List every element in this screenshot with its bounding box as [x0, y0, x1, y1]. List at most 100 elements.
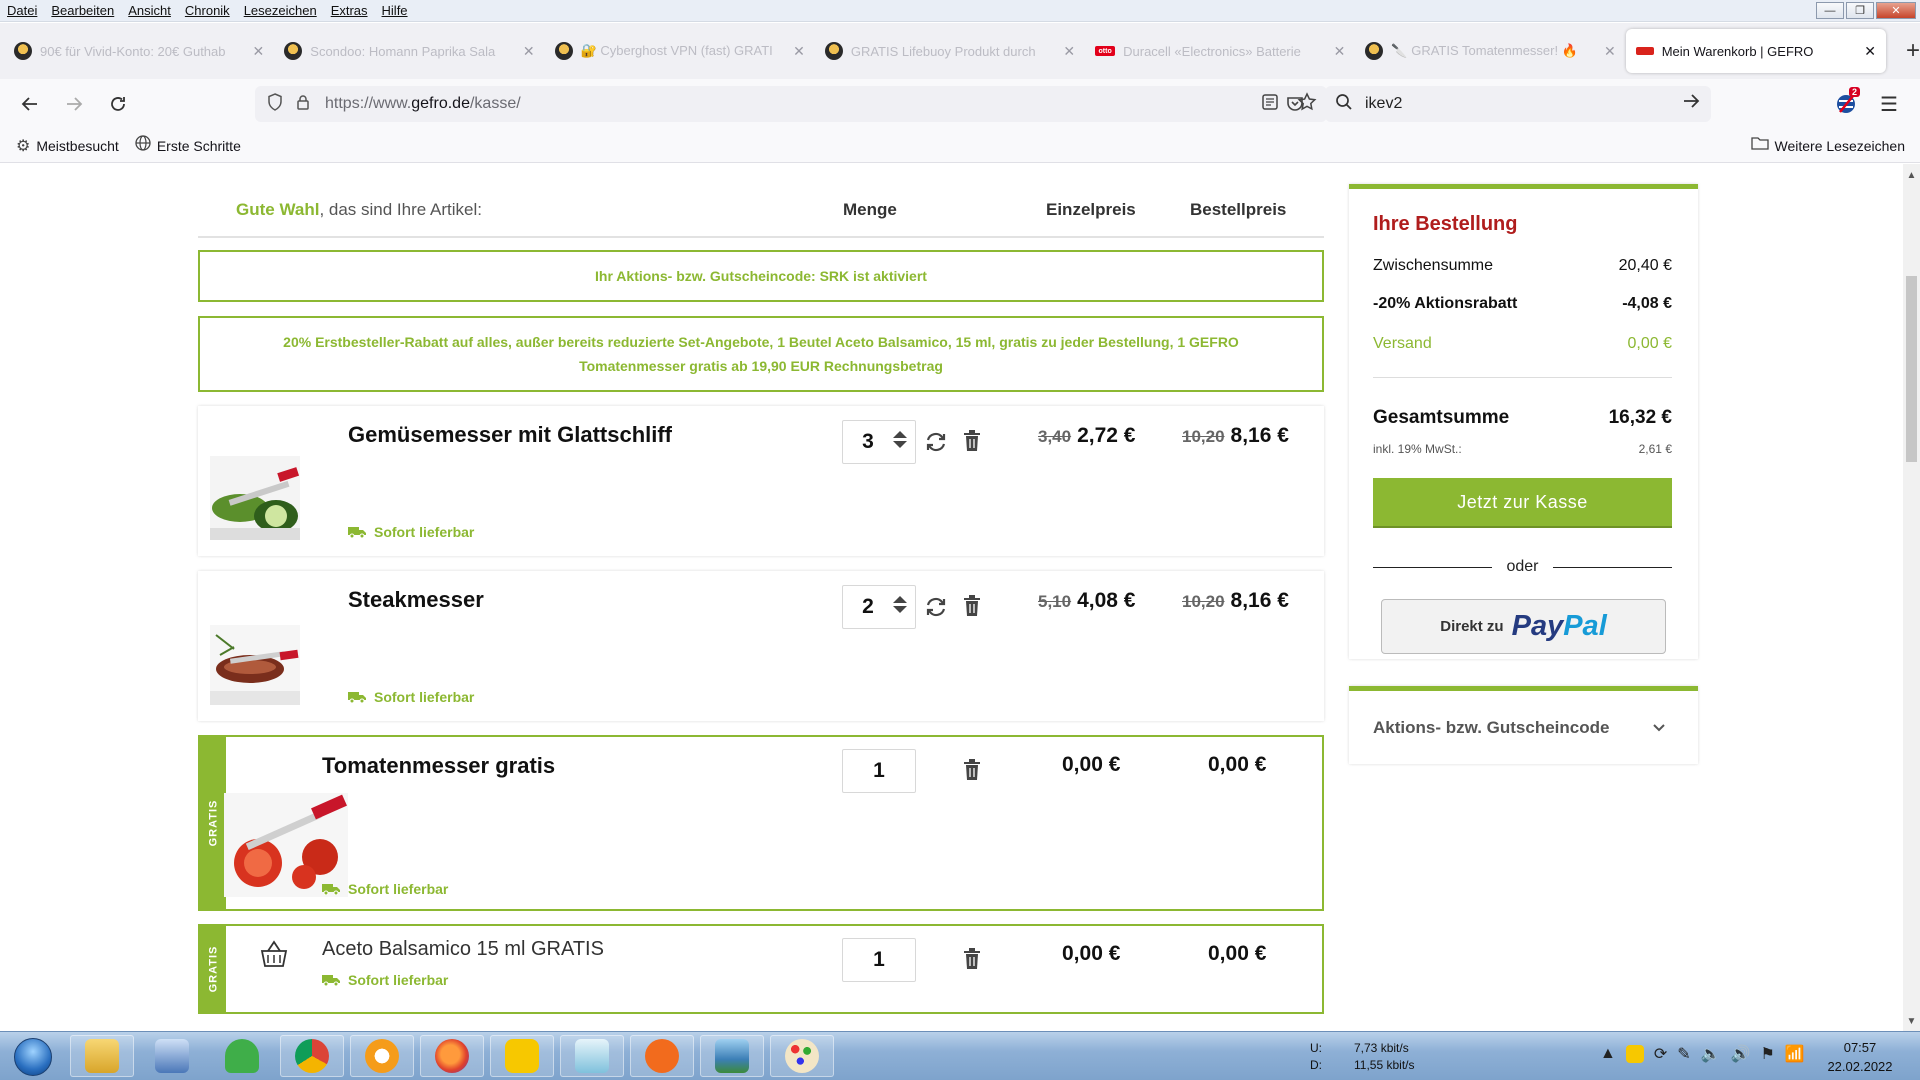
menu-history[interactable]: Chronik — [178, 3, 237, 18]
tab-cyberghost[interactable]: 🔐 Cyberghost VPN (fast) GRATI ✕ — [545, 29, 815, 73]
menu-bar: Datei Bearbeiten Ansicht Chronik Lesezei… — [0, 0, 1920, 22]
trash-icon[interactable] — [962, 759, 986, 783]
close-window-button[interactable]: ✕ — [1876, 2, 1916, 19]
coupon-accordion[interactable]: Aktions- bzw. Gutscheincode — [1349, 686, 1698, 764]
tray-expand-arrow-icon[interactable]: ▲ — [1600, 1045, 1616, 1063]
hamburger-menu-icon[interactable]: ☰ — [1880, 92, 1898, 117]
close-tab-icon[interactable]: ✕ — [1604, 43, 1616, 60]
search-go-arrow-icon[interactable] — [1681, 91, 1701, 117]
tray-speaker-muted-icon[interactable]: 🔈 — [1701, 1044, 1721, 1064]
close-tab-icon[interactable]: ✕ — [1864, 43, 1876, 60]
mydealz-favicon-icon — [554, 42, 573, 60]
scrollbar-thumb[interactable] — [1906, 276, 1917, 462]
product-name[interactable]: Tomatenmesser gratis — [322, 753, 555, 779]
page-scrollbar[interactable]: ▲ ▼ — [1903, 164, 1920, 1031]
tab-label: GRATIS Lifebuoy Produkt durch — [850, 43, 1036, 59]
bookmarks-bar: ⚙ Meistbesucht Erste Schritte Weitere Le… — [0, 129, 1920, 163]
truck-icon — [322, 884, 340, 895]
taskbar-avast[interactable] — [630, 1035, 694, 1077]
product-image-steak-knife[interactable] — [210, 625, 300, 705]
lock-icon[interactable] — [289, 94, 317, 115]
pocket-icon[interactable] — [1285, 94, 1305, 119]
order-price-old: 10,20 — [1182, 592, 1225, 611]
taskbar-notes-app[interactable] — [560, 1035, 624, 1077]
close-tab-icon[interactable]: ✕ — [523, 43, 535, 60]
trash-icon[interactable] — [962, 948, 986, 972]
bookmark-most-visited[interactable]: ⚙ Meistbesucht — [16, 136, 119, 156]
address-bar[interactable]: https://www.gefro.de/kasse/ — [255, 86, 1327, 122]
menu-view[interactable]: Ansicht — [121, 3, 178, 18]
restore-button[interactable]: ❐ — [1846, 2, 1874, 19]
search-bar[interactable]: ikev2 — [1325, 86, 1711, 122]
search-input[interactable]: ikev2 — [1365, 95, 1402, 113]
close-tab-icon[interactable]: ✕ — [1063, 43, 1075, 60]
tab-scondoo[interactable]: Scondoo: Homann Paprika Sala ✕ — [274, 29, 544, 73]
menu-tools[interactable]: Extras — [324, 3, 375, 18]
tab-gefro-cart[interactable]: Mein Warenkorb | GEFRO ✕ — [1625, 29, 1887, 73]
menu-bookmarks[interactable]: Lesezeichen — [237, 3, 324, 18]
reload-button[interactable] — [96, 86, 140, 122]
menu-file[interactable]: Datei — [0, 3, 44, 18]
taskbar-clock[interactable]: 07:57 22.02.2022 — [1818, 1038, 1902, 1076]
taskbar-paint[interactable] — [770, 1035, 834, 1077]
taskbar-chrome[interactable] — [280, 1035, 344, 1077]
forward-button[interactable] — [52, 86, 96, 122]
shield-icon[interactable] — [261, 92, 289, 116]
taskbar-explorer[interactable] — [70, 1035, 134, 1077]
tray-volume-icon[interactable]: 🔊 — [1731, 1044, 1751, 1064]
minimize-button[interactable]: — — [1816, 2, 1844, 19]
reader-view-icon[interactable] — [1261, 93, 1279, 116]
scroll-down-arrow-icon[interactable]: ▼ — [1903, 1016, 1920, 1027]
quantity-value[interactable]: 3 — [862, 430, 874, 454]
product-image-vegetable-knife[interactable] — [210, 456, 300, 540]
shipping-row: Versand 0,00 € — [1373, 335, 1672, 353]
product-name[interactable]: Aceto Balsamico 15 ml GRATIS — [322, 938, 604, 961]
quantity-spinner[interactable] — [893, 596, 907, 613]
quantity-stepper[interactable]: 3 — [842, 420, 916, 464]
intro-highlight: Gute Wahl — [236, 200, 320, 219]
bookmark-other-folder[interactable]: Weitere Lesezeichen — [1750, 136, 1905, 155]
product-name[interactable]: Gemüsemesser mit Glattschliff — [348, 422, 672, 448]
url-text[interactable]: https://www.gefro.de/kasse/ — [325, 95, 521, 113]
order-price: 10,20 8,16 € — [1182, 424, 1289, 448]
tray-flag-icon[interactable]: ⚑ — [1761, 1044, 1775, 1064]
total-row: Gesamtsumme 16,32 € — [1373, 407, 1672, 429]
tab-lifebuoy[interactable]: GRATIS Lifebuoy Produkt durch ✕ — [815, 29, 1085, 73]
tray-signal-icon[interactable]: 📶 — [1785, 1044, 1805, 1064]
quantity-stepper[interactable]: 2 — [842, 585, 916, 629]
refresh-icon[interactable] — [924, 430, 948, 454]
taskbar-photo-viewer[interactable] — [700, 1035, 764, 1077]
tray-sync-icon[interactable]: ⟳ — [1654, 1044, 1667, 1064]
menu-edit[interactable]: Bearbeiten — [44, 3, 121, 18]
tab-vivid[interactable]: 90€ für Vivid-Konto: 20€ Guthab ✕ — [4, 29, 274, 73]
tab-duracell[interactable]: otto Duracell «Electronics» Batterie ✕ — [1085, 29, 1355, 73]
new-tab-button[interactable]: + — [1906, 37, 1920, 65]
scroll-up-arrow-icon[interactable]: ▲ — [1903, 170, 1920, 181]
extension-icon[interactable]: 2 — [1835, 87, 1860, 115]
close-tab-icon[interactable]: ✕ — [253, 43, 265, 60]
tray-pen-icon[interactable]: ✎ — [1677, 1044, 1690, 1064]
quantity-value[interactable]: 2 — [862, 595, 874, 619]
start-button[interactable] — [6, 1036, 60, 1078]
chevron-down-icon[interactable] — [1652, 720, 1666, 736]
paypal-button[interactable]: Direkt zu Pay Pal — [1381, 599, 1666, 654]
taskbar-password-app[interactable] — [350, 1035, 414, 1077]
checkout-button[interactable]: Jetzt zur Kasse — [1373, 478, 1672, 528]
taskbar-cyberghost[interactable] — [490, 1035, 554, 1077]
close-tab-icon[interactable]: ✕ — [1334, 43, 1346, 60]
back-button[interactable] — [8, 86, 52, 122]
trash-icon[interactable] — [962, 430, 986, 454]
taskbar-firefox[interactable] — [420, 1035, 484, 1077]
chrome-icon — [295, 1039, 329, 1073]
tray-cyberghost-icon[interactable] — [1625, 1045, 1644, 1063]
bookmark-first-steps[interactable]: Erste Schritte — [135, 135, 241, 156]
taskbar-network-app[interactable] — [140, 1035, 204, 1077]
quantity-spinner[interactable] — [893, 431, 907, 448]
close-tab-icon[interactable]: ✕ — [793, 43, 805, 60]
product-name[interactable]: Steakmesser — [348, 587, 484, 613]
refresh-icon[interactable] — [924, 595, 948, 619]
trash-icon[interactable] — [962, 595, 986, 619]
menu-help[interactable]: Hilfe — [375, 3, 415, 18]
tab-tomatenmesser[interactable]: 🔪 GRATIS Tomatenmesser! 🔥 ✕ — [1355, 29, 1625, 73]
taskbar-vpn-app[interactable] — [210, 1035, 274, 1077]
